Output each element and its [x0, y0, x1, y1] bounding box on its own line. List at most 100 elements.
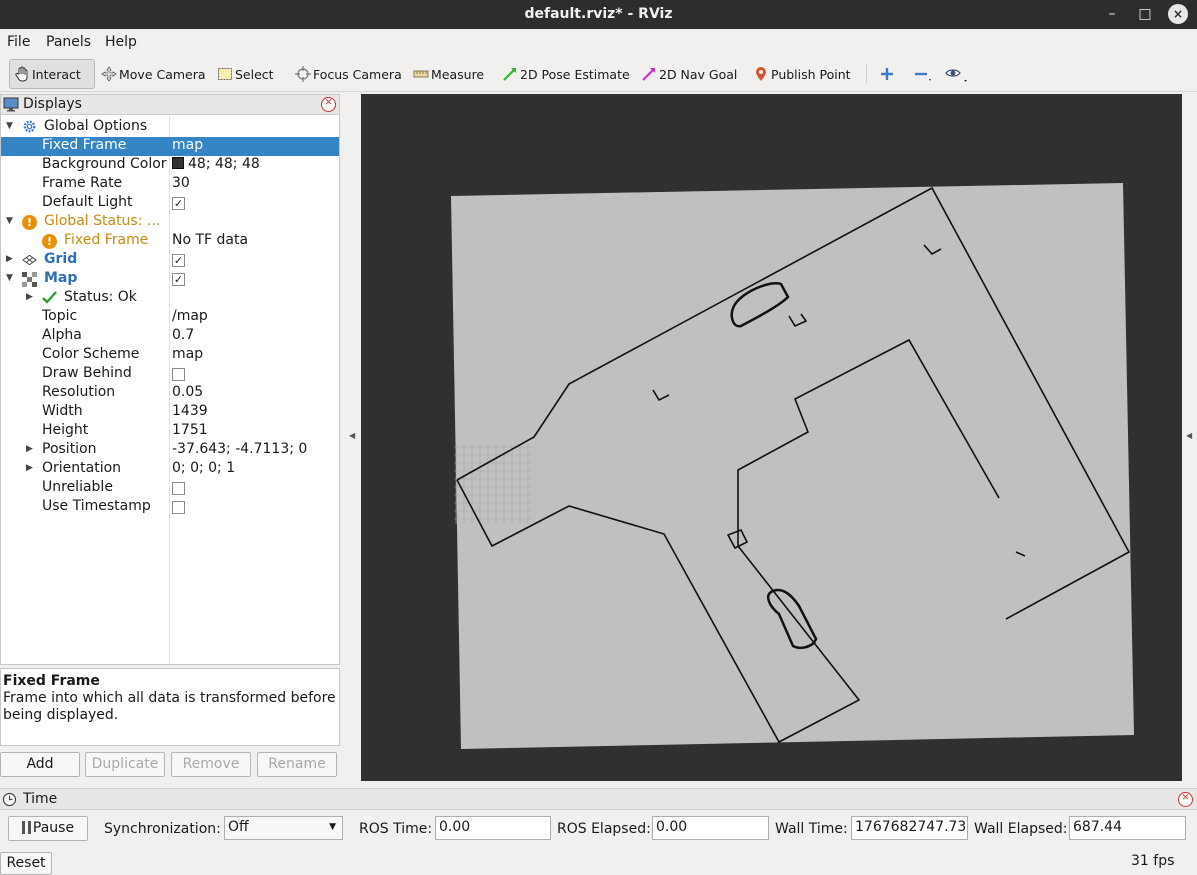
- duplicate-button[interactable]: Duplicate: [85, 752, 165, 777]
- focus-camera-tool[interactable]: Focus Camera: [290, 59, 407, 89]
- tree-row-color-scheme[interactable]: Color Scheme map: [1, 346, 339, 365]
- remove-button[interactable]: Remove: [171, 752, 251, 777]
- collapse-right-icon[interactable]: ◀: [1186, 431, 1192, 440]
- wall-elapsed-label: Wall Elapsed:: [974, 821, 1068, 837]
- pose-estimate-label: 2D Pose Estimate: [520, 66, 630, 82]
- tree-row-global-options[interactable]: ▼ Global Options: [1, 118, 339, 137]
- collapse-left-icon[interactable]: ◀: [349, 431, 355, 440]
- tree-row-frame-rate[interactable]: Frame Rate 30: [1, 175, 339, 194]
- expand-arrow-icon[interactable]: ▼: [6, 273, 13, 283]
- tree-row-fixed-frame[interactable]: Fixed Frame map: [1, 137, 339, 156]
- measure-label: Measure: [431, 66, 485, 82]
- tree-label: Color Scheme: [42, 346, 140, 362]
- add-tool-button[interactable]: [874, 59, 902, 89]
- collapse-arrow-icon[interactable]: ▶: [26, 463, 33, 473]
- tree-row-orientation[interactable]: ▶ Orientation 0; 0; 0; 1: [1, 460, 339, 479]
- tree-row-draw-behind[interactable]: Draw Behind: [1, 365, 339, 384]
- tree-label: Unreliable: [42, 479, 113, 495]
- fps-counter: 31 fps: [1131, 853, 1175, 869]
- time-close-icon[interactable]: ✕: [1178, 792, 1193, 807]
- property-description: Fixed Frame Frame into which all data is…: [0, 668, 340, 746]
- sync-value: Off: [228, 819, 249, 835]
- displays-close-icon[interactable]: ✕: [321, 97, 336, 112]
- tree-row-alpha[interactable]: Alpha 0.7: [1, 327, 339, 346]
- tree-row-background-color[interactable]: Background Color 48; 48; 48: [1, 156, 339, 175]
- remove-tool-button[interactable]: [908, 59, 936, 89]
- draw-behind-checkbox[interactable]: [172, 368, 185, 381]
- tree-label: Status: Ok: [64, 289, 137, 305]
- focus-camera-label: Focus Camera: [313, 66, 402, 82]
- right-splitter[interactable]: ◀: [1183, 94, 1197, 781]
- add-button[interactable]: Add: [0, 752, 80, 777]
- reset-button[interactable]: Reset: [0, 852, 52, 875]
- nav-goal-tool[interactable]: 2D Nav Goal: [636, 59, 742, 89]
- time-header: Time ✕: [0, 788, 1197, 810]
- sync-dropdown[interactable]: Off ▼: [224, 816, 343, 840]
- tree-value[interactable]: 30: [172, 175, 190, 191]
- occupancy-map: [451, 183, 1134, 749]
- collapse-arrow-icon[interactable]: ▶: [26, 444, 33, 454]
- maximize-button[interactable]: □: [1135, 4, 1155, 24]
- ros-elapsed-label: ROS Elapsed:: [557, 821, 651, 837]
- minimize-button[interactable]: –: [1102, 4, 1122, 24]
- tree-row-global-status[interactable]: ▼ ! Global Status: ...: [1, 213, 339, 232]
- ros-time-field[interactable]: 0.00: [435, 816, 551, 840]
- tree-row-status-fixed-frame[interactable]: ! Fixed Frame No TF data: [1, 232, 339, 251]
- move-camera-icon: [101, 66, 117, 82]
- wall-time-field[interactable]: 1767682747.73: [851, 816, 968, 840]
- grid-icon: [22, 253, 37, 271]
- collapse-arrow-icon[interactable]: ▶: [26, 292, 33, 302]
- menu-panels[interactable]: Panels: [46, 34, 91, 50]
- pause-button[interactable]: Pause: [8, 816, 88, 841]
- default-light-checkbox[interactable]: ✓: [172, 197, 185, 210]
- rename-button[interactable]: Rename: [257, 752, 337, 777]
- tree-row-map[interactable]: ▼ Map ✓: [1, 270, 339, 289]
- grid-checkbox[interactable]: ✓: [172, 254, 185, 267]
- tree-row-position[interactable]: ▶ Position -37.643; -4.7113; 0: [1, 441, 339, 460]
- map-checkbox[interactable]: ✓: [172, 273, 185, 286]
- wall-elapsed-field[interactable]: 687.44: [1069, 816, 1186, 840]
- tree-row-default-light[interactable]: Default Light ✓: [1, 194, 339, 213]
- unreliable-checkbox[interactable]: [172, 482, 185, 495]
- tree-value[interactable]: map: [172, 346, 203, 362]
- move-camera-label: Move Camera: [119, 66, 206, 82]
- view-tool-button[interactable]: [940, 59, 968, 89]
- tree-value[interactable]: /map: [172, 308, 208, 324]
- window-title: default.rviz* - RViz: [524, 6, 673, 22]
- tree-row-grid[interactable]: ▶ Grid ✓: [1, 251, 339, 270]
- green-arrow-icon: [502, 66, 518, 82]
- tree-label: Orientation: [42, 460, 122, 476]
- publish-point-tool[interactable]: Publish Point: [748, 59, 856, 89]
- tree-value[interactable]: map: [172, 137, 203, 153]
- render-viewport[interactable]: [361, 94, 1182, 781]
- description-text: Frame into which all data is transformed…: [3, 690, 336, 723]
- interact-tool[interactable]: Interact: [9, 59, 95, 89]
- tree-row-status-ok[interactable]: ▶ Status: Ok: [1, 289, 339, 308]
- tree-value[interactable]: 0.7: [172, 327, 194, 343]
- tree-row-width[interactable]: Width 1439: [1, 403, 339, 422]
- move-camera-tool[interactable]: Move Camera: [96, 59, 211, 89]
- close-button[interactable]: ×: [1168, 4, 1188, 24]
- tree-value: 0.05: [172, 384, 204, 400]
- select-tool[interactable]: Select: [212, 59, 279, 89]
- warning-icon: !: [42, 234, 57, 249]
- measure-tool[interactable]: Measure: [408, 59, 489, 89]
- minus-icon: [913, 66, 931, 82]
- pose-estimate-tool[interactable]: 2D Pose Estimate: [497, 59, 635, 89]
- tree-row-height[interactable]: Height 1751: [1, 422, 339, 441]
- tree-row-unreliable[interactable]: Unreliable: [1, 479, 339, 498]
- displays-title: Displays: [23, 96, 82, 112]
- expand-arrow-icon[interactable]: ▼: [6, 121, 13, 131]
- collapse-arrow-icon[interactable]: ▶: [6, 254, 13, 264]
- tree-row-use-timestamp[interactable]: Use Timestamp: [1, 498, 339, 517]
- expand-arrow-icon[interactable]: ▼: [6, 216, 13, 226]
- tree-row-resolution[interactable]: Resolution 0.05: [1, 384, 339, 403]
- tree-row-topic[interactable]: Topic /map: [1, 308, 339, 327]
- left-splitter[interactable]: ◀: [346, 94, 360, 781]
- tree-value[interactable]: 48; 48; 48: [172, 156, 260, 172]
- use-timestamp-checkbox[interactable]: [172, 501, 185, 514]
- menu-help[interactable]: Help: [105, 34, 137, 50]
- wall-time-label: Wall Time:: [775, 821, 848, 837]
- menu-file[interactable]: File: [7, 34, 30, 50]
- ros-elapsed-field[interactable]: 0.00: [652, 816, 769, 840]
